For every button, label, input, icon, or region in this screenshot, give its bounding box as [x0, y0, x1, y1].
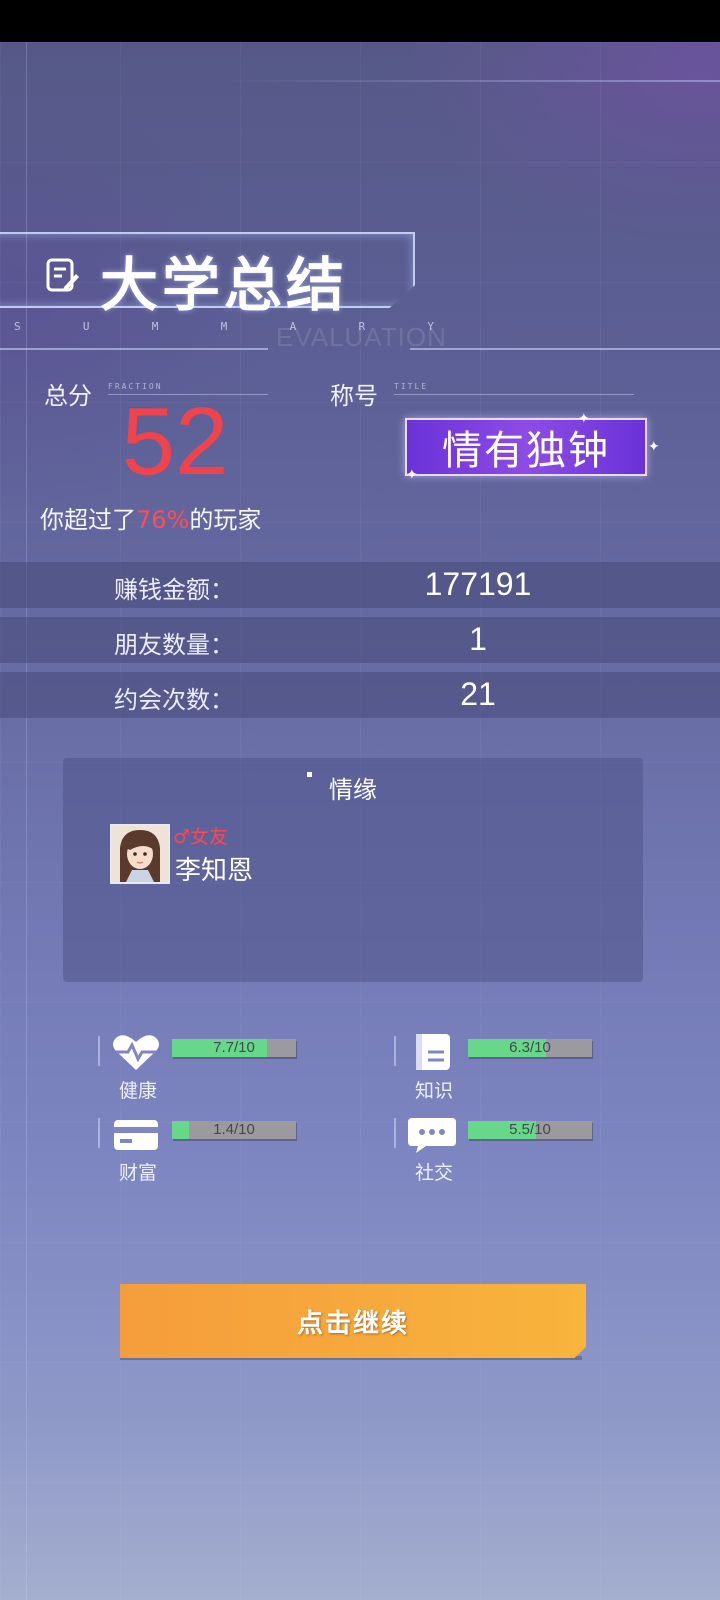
- divider: [410, 348, 720, 350]
- subtitle-letter: U: [82, 320, 90, 333]
- attribute-value: 6.3/10: [509, 1039, 551, 1056]
- status-bar: [0, 0, 720, 42]
- stat-value: 21: [460, 676, 496, 712]
- chat-icon: [408, 1118, 456, 1153]
- continue-button[interactable]: 点击继续: [120, 1284, 586, 1358]
- subtitle-letter: M: [220, 320, 228, 333]
- summary-screen: 大学总结 S U M M A R Y EVALUATION 总分 FRACTIO…: [0, 42, 720, 1600]
- stat-value: 1: [469, 621, 487, 657]
- relationship-title: 情缘: [329, 776, 377, 804]
- attribute-value: 5.5/10: [509, 1121, 551, 1138]
- relationship-tag: ♂女友: [173, 826, 229, 848]
- portrait-icon: [112, 826, 168, 882]
- attribute-name: 健康: [118, 1080, 157, 1102]
- title-badge: 情有独钟: [405, 418, 647, 476]
- stat-label: 赚钱金额：: [114, 576, 234, 604]
- stat-label: 约会次数：: [114, 686, 234, 714]
- subtitle-letter: M: [151, 320, 159, 333]
- attribute-name: 社交: [414, 1162, 453, 1184]
- attribute-bar: 6.3/10: [468, 1039, 592, 1057]
- title-label: 称号: [330, 382, 378, 410]
- stat-row-money: 赚钱金额： 177191: [0, 562, 720, 608]
- exceed-prefix: 你超过了: [40, 506, 136, 534]
- heart-icon: [113, 1035, 159, 1070]
- attribute-bar: 5.5/10: [468, 1121, 592, 1139]
- subtitle-letter: S: [14, 320, 21, 333]
- attribute-bar: 1.4/10: [172, 1121, 296, 1139]
- attribute-value: 7.7/10: [213, 1039, 255, 1056]
- page-title: 大学总结: [100, 251, 349, 319]
- stat-label: 朋友数量：: [114, 631, 234, 659]
- attribute-bar: 7.7/10: [172, 1039, 296, 1057]
- attribute-social: 社交 5.5/10: [394, 1114, 694, 1184]
- stat-row-friends: 朋友数量： 1: [0, 617, 720, 663]
- attribute-name: 知识: [414, 1080, 453, 1102]
- divider: [98, 1036, 100, 1066]
- relationship-panel: 情缘 ♂女友 李知恩: [63, 758, 643, 982]
- divider: [394, 1118, 396, 1148]
- sparkle-icon: ✦: [406, 467, 418, 483]
- card-icon: [114, 1120, 158, 1150]
- attribute-wealth: 财富 1.4/10: [98, 1114, 398, 1184]
- exceed-text: 你超过了76%的玩家: [40, 500, 261, 535]
- divider: [394, 1036, 396, 1066]
- sparkle-icon: ✦: [578, 411, 590, 427]
- exceed-suffix: 的玩家: [189, 506, 262, 534]
- relationship-name: 李知恩: [175, 856, 254, 886]
- attribute-value: 1.4/10: [213, 1121, 255, 1138]
- stat-row-dates: 约会次数： 21: [0, 672, 720, 718]
- decor-top-line: [220, 80, 720, 82]
- score-label: 总分: [44, 382, 92, 410]
- notes-edit-icon: [46, 258, 79, 292]
- divider: [0, 348, 268, 350]
- attribute-knowledge: 知识 6.3/10: [394, 1032, 694, 1102]
- attribute-name: 财富: [118, 1162, 157, 1184]
- attribute-health: 健康 7.7/10: [98, 1032, 398, 1102]
- book-icon: [416, 1034, 450, 1070]
- divider: [394, 394, 634, 395]
- avatar[interactable]: [110, 824, 170, 884]
- title-label-en: TITLE: [394, 382, 429, 391]
- stat-value: 177191: [424, 566, 532, 602]
- sparkle-icon: ✦: [648, 439, 660, 455]
- exceed-percent: 76%: [136, 506, 190, 534]
- total-score: 52: [121, 388, 229, 495]
- divider: [98, 1118, 100, 1148]
